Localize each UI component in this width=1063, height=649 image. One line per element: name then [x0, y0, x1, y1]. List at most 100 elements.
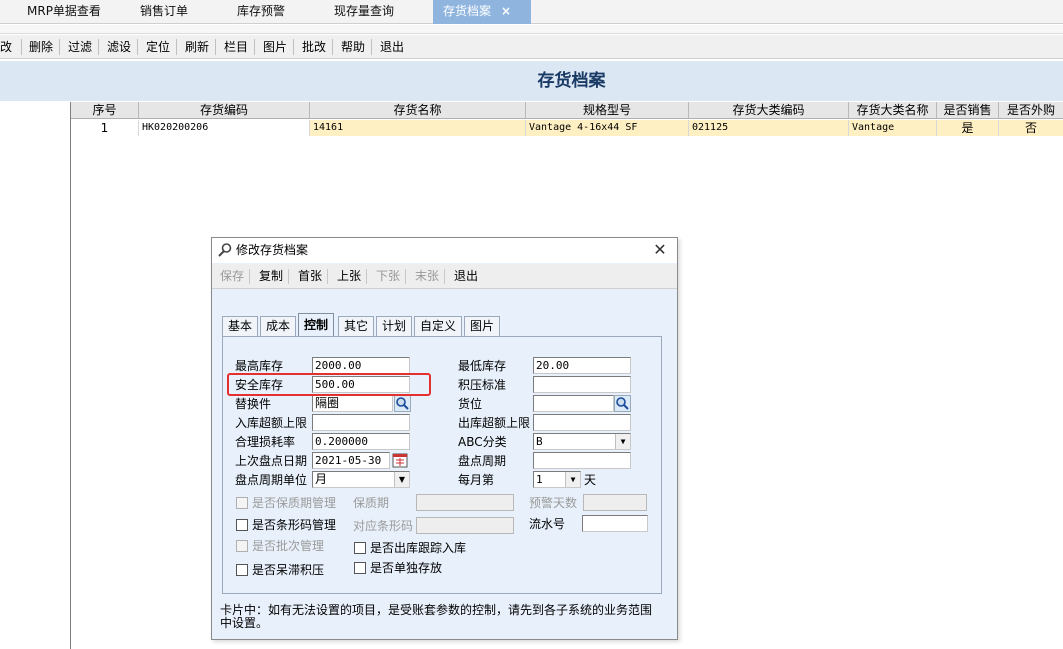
toolbar-divider	[405, 269, 406, 284]
dialog-first-button[interactable]: 首张	[298, 264, 322, 289]
tab-close-icon[interactable]: ×	[501, 4, 511, 18]
location-lookup-button[interactable]	[614, 395, 631, 412]
module-tab-strip: MRP单据查看 销售订单 库存预警 现存量查询 存货档案 ×	[0, 0, 1063, 24]
header-category-code[interactable]: 存货大类编码	[689, 102, 849, 119]
dialog-title: 修改存货档案	[236, 243, 309, 257]
max-stock-field[interactable]: 2000.00	[312, 357, 410, 374]
toolbar-divider	[98, 39, 99, 55]
dialog-toolbar: 保存 复制 首张 上张 下张 末张 退出	[212, 264, 677, 289]
track-in-checkbox[interactable]	[354, 542, 366, 554]
location-field[interactable]	[533, 395, 614, 412]
shelf-life-field[interactable]	[416, 494, 514, 511]
calendar-icon[interactable]	[392, 452, 408, 468]
cell-spec: Vantage 4-16x44 SF	[526, 120, 689, 136]
tab-plan[interactable]: 计划	[376, 316, 412, 336]
toolbar-columns-button[interactable]: 栏目	[224, 35, 248, 59]
last-count-date-field[interactable]: 2021-05-30	[312, 452, 390, 469]
separate-store-checkbox[interactable]	[354, 562, 366, 574]
tab-basic[interactable]: 基本	[222, 316, 258, 336]
in-limit-field[interactable]	[312, 414, 410, 431]
dialog-exit-button[interactable]: 退出	[454, 264, 478, 289]
tab-control[interactable]: 控制	[298, 313, 334, 337]
count-cycle-field[interactable]	[533, 452, 631, 469]
toolbar-divider	[327, 269, 328, 284]
track-in-label: 是否出库跟踪入库	[370, 541, 467, 555]
count-cycle-label: 盘点周期	[458, 454, 507, 468]
search-icon	[616, 397, 629, 410]
toolbar-exit-button[interactable]: 退出	[380, 35, 404, 59]
header-seq[interactable]: 序号	[71, 102, 139, 119]
header-category-name[interactable]: 存货大类名称	[849, 102, 937, 119]
tab-stock-query[interactable]: 现存量查询	[324, 0, 404, 24]
tab-cost[interactable]: 成本	[260, 316, 296, 336]
toolbar-filter-button[interactable]: 过滤	[68, 35, 92, 59]
chevron-down-icon[interactable]: ▼	[565, 472, 580, 487]
slow-moving-label: 是否呆滞积压	[252, 563, 325, 577]
cell-seq: 1	[71, 120, 139, 136]
toolbar-image-button[interactable]: 图片	[263, 35, 287, 59]
cycle-unit-select[interactable]: 月 ▼	[312, 471, 410, 488]
table-row[interactable]: 1 HK020200206 14161 Vantage 4-16x44 SF 0…	[71, 120, 1063, 136]
toolbar-help-button[interactable]: 帮助	[341, 35, 365, 59]
batch-mgmt-label: 是否批次管理	[252, 539, 325, 553]
main-toolbar: 改 删除 过滤 滤设 定位 刷新 栏目 图片 批改 帮助 退出	[0, 35, 1063, 59]
page-title: 存货档案	[537, 71, 606, 91]
toolbar-filter-settings-button[interactable]: 滤设	[107, 35, 131, 59]
dialog-save-button[interactable]: 保存	[220, 264, 244, 289]
dialog-prev-button[interactable]: 上张	[337, 264, 361, 289]
out-limit-field[interactable]	[533, 414, 631, 431]
header-name[interactable]: 存货名称	[310, 102, 526, 119]
header-code[interactable]: 存货编码	[139, 102, 310, 119]
shelf-life-label: 保质期	[353, 496, 390, 510]
chevron-down-icon[interactable]: ▼	[615, 434, 630, 449]
toolbar-refresh-button[interactable]: 刷新	[185, 35, 209, 59]
abc-class-select[interactable]: B ▼	[533, 433, 631, 450]
dialog-last-button[interactable]: 末张	[415, 264, 439, 289]
toolbar-locate-button[interactable]: 定位	[146, 35, 170, 59]
loss-rate-field[interactable]: 0.200000	[312, 433, 410, 450]
toolbar-divider	[371, 39, 372, 55]
substitute-field[interactable]: 隔圈	[312, 395, 393, 412]
tab-image[interactable]: 图片	[464, 316, 500, 336]
chevron-down-icon[interactable]: ▼	[394, 472, 409, 487]
barcode-mgmt-label: 是否条形码管理	[252, 518, 337, 532]
tab-inventory-archive[interactable]: 存货档案 ×	[433, 0, 531, 24]
abc-class-label: ABC分类	[458, 435, 507, 449]
header-sellable[interactable]: 是否销售	[937, 102, 999, 119]
dialog-note: 卡片中：如有无法设置的项目，是受账套参数的控制，请先到各子系统的业务范围中设置。	[220, 603, 653, 630]
cell-sellable: 是	[937, 120, 999, 136]
toolbar-divider	[444, 269, 445, 284]
header-purchased[interactable]: 是否外购	[999, 102, 1063, 119]
serial-no-field[interactable]	[582, 515, 648, 532]
monthly-day-select[interactable]: 1 ▼	[533, 471, 581, 488]
grid-header: 序号 存货编码 存货名称 规格型号 存货大类编码 存货大类名称 是否销售 是否外…	[71, 102, 1063, 119]
tab-stock-warning[interactable]: 库存预警	[227, 0, 295, 24]
overstock-standard-label: 积压标准	[458, 378, 507, 392]
tab-custom[interactable]: 自定义	[414, 316, 462, 336]
barcode-mgmt-checkbox[interactable]	[236, 519, 248, 531]
out-limit-label: 出库超额上限	[458, 416, 531, 430]
monthly-day-suffix: 天	[584, 473, 597, 487]
shelf-life-mgmt-checkbox[interactable]	[236, 497, 248, 509]
batch-mgmt-checkbox[interactable]	[236, 540, 248, 552]
tab-other[interactable]: 其它	[338, 316, 374, 336]
toolbar-modify-button[interactable]: 改	[0, 35, 12, 59]
dialog-copy-button[interactable]: 复制	[259, 264, 283, 289]
slow-moving-checkbox[interactable]	[236, 564, 248, 576]
overstock-standard-field[interactable]	[533, 376, 631, 393]
monthly-day-label: 每月第	[458, 473, 495, 487]
min-stock-field[interactable]: 20.00	[533, 357, 631, 374]
monthly-day-value: 1	[536, 473, 543, 486]
toolbar-divider	[21, 39, 22, 55]
substitute-lookup-button[interactable]	[394, 395, 411, 412]
location-label: 货位	[458, 397, 483, 411]
header-spec[interactable]: 规格型号	[526, 102, 689, 119]
tab-mrp-view[interactable]: MRP单据查看	[17, 0, 111, 24]
warn-days-field[interactable]	[583, 494, 647, 511]
toolbar-delete-button[interactable]: 删除	[29, 35, 53, 59]
tab-sales-order[interactable]: 销售订单	[130, 0, 198, 24]
close-icon[interactable]: ✕	[651, 240, 669, 260]
toolbar-batch-edit-button[interactable]: 批改	[302, 35, 326, 59]
barcode-field[interactable]	[416, 517, 514, 534]
dialog-next-button[interactable]: 下张	[376, 264, 400, 289]
